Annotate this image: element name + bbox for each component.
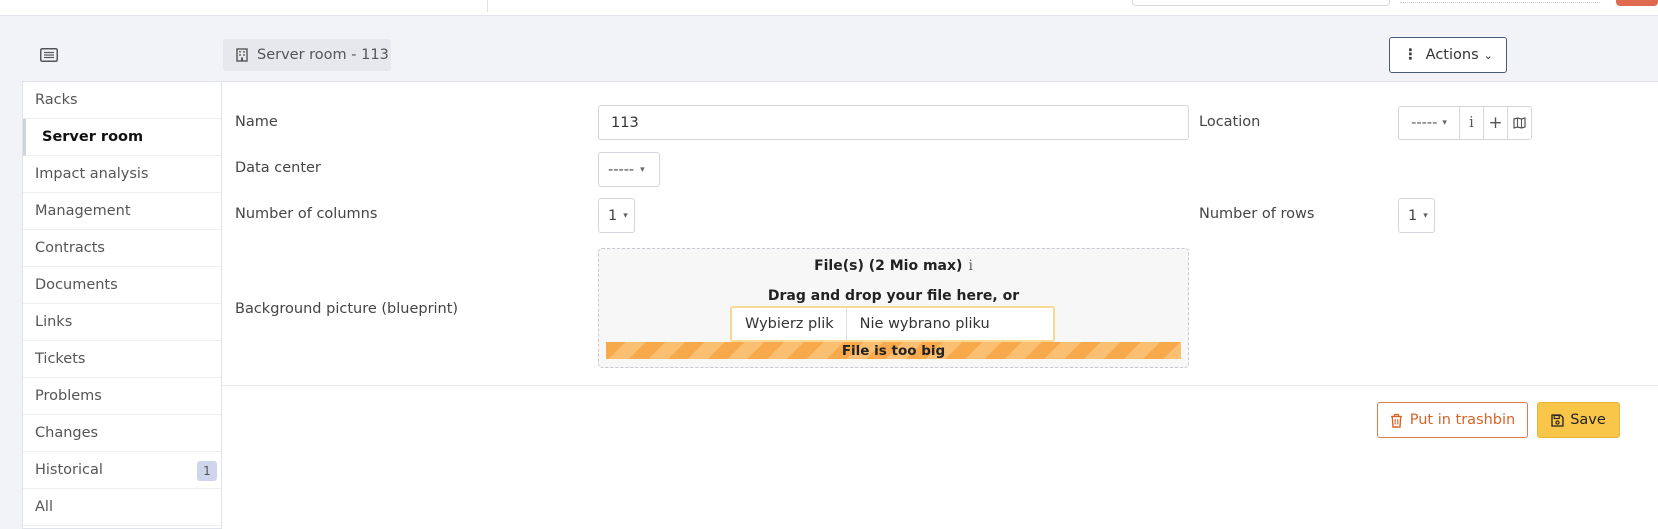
file-input[interactable]: Wybierz plik Nie wybrano pliku — [730, 306, 1055, 342]
location-field: ----- ▾ i + — [1398, 106, 1532, 140]
location-select[interactable]: ----- ▾ — [1399, 107, 1460, 139]
sidebar-item-all[interactable]: All — [23, 489, 221, 526]
upload-error-text: File is too big — [841, 342, 946, 359]
background-picture-label: Background picture (blueprint) — [235, 301, 459, 317]
sidebar-item-links[interactable]: Links — [23, 304, 221, 341]
sidebar: Racks Server room Impact analysis Manage… — [22, 81, 222, 529]
kebab-icon: ⋮ — [1403, 47, 1418, 63]
caret-down-icon: ▾ — [1442, 118, 1447, 128]
columns-label: Number of columns — [235, 206, 378, 222]
sidebar-item-documents[interactable]: Documents — [23, 267, 221, 304]
file-dropzone[interactable]: File(s) (2 Mio max) i Drag and drop your … — [598, 248, 1189, 368]
sidebar-item-contracts[interactable]: Contracts — [23, 230, 221, 267]
breadcrumb[interactable]: Server room - 113 — [223, 39, 391, 71]
user-menu[interactable] — [1400, 0, 1600, 3]
upload-error-bar: File is too big — [606, 342, 1181, 359]
info-icon[interactable]: i — [1460, 107, 1484, 139]
upload-title: File(s) (2 Mio max) i — [814, 258, 973, 274]
caret-down-icon: ▾ — [623, 210, 628, 221]
rows-select[interactable]: 1 ▾ — [1398, 198, 1435, 233]
global-search-input[interactable] — [1132, 0, 1390, 6]
save-icon — [1551, 413, 1564, 427]
sidebar-item-changes[interactable]: Changes — [23, 415, 221, 452]
rows-label: Number of rows — [1199, 206, 1315, 222]
sidebar-item-problems[interactable]: Problems — [23, 378, 221, 415]
location-label: Location — [1199, 114, 1261, 130]
sidebar-item-impact-analysis[interactable]: Impact analysis — [23, 156, 221, 193]
datacenter-select[interactable]: ----- ▾ — [598, 152, 660, 187]
name-label: Name — [235, 114, 278, 130]
datacenter-label: Data center — [235, 160, 321, 176]
trash-icon — [1390, 413, 1402, 428]
actions-label: Actions — [1425, 47, 1479, 63]
top-navbar — [0, 0, 1658, 16]
logout-button[interactable] — [1616, 0, 1658, 6]
caret-down-icon: ▾ — [640, 164, 645, 175]
no-file-text: Nie wybrano pliku — [859, 316, 990, 332]
actions-button[interactable]: ⋮ Actions ⌄ — [1389, 37, 1507, 73]
building-icon — [236, 48, 248, 62]
caret-down-icon: ▾ — [1423, 210, 1428, 221]
chevron-down-icon: ⌄ — [1483, 48, 1493, 62]
trash-button[interactable]: Put in trashbin — [1377, 402, 1528, 438]
map-icon[interactable] — [1508, 107, 1531, 139]
navbar-divider — [487, 0, 488, 12]
sidebar-item-tickets[interactable]: Tickets — [23, 341, 221, 378]
breadcrumb-label: Server room - 113 — [257, 47, 389, 63]
drag-drop-text: Drag and drop your file here, or — [767, 288, 1020, 304]
trash-label: Put in trashbin — [1409, 412, 1516, 428]
sidebar-item-racks[interactable]: Racks — [23, 82, 221, 119]
add-icon[interactable]: + — [1484, 107, 1508, 139]
choose-file-button[interactable]: Wybierz plik — [732, 308, 847, 340]
save-label: Save — [1570, 412, 1606, 428]
sidebar-item-server-room[interactable]: Server room — [23, 119, 221, 156]
form-divider — [222, 385, 1658, 386]
info-icon: i — [968, 258, 973, 274]
sidebar-item-management[interactable]: Management — [23, 193, 221, 230]
save-button[interactable]: Save — [1537, 402, 1620, 438]
list-toggle-icon[interactable] — [40, 48, 58, 62]
count-badge: 1 — [197, 461, 217, 481]
name-input[interactable]: 113 — [598, 105, 1189, 140]
sidebar-item-historical[interactable]: Historical 1 — [23, 452, 221, 489]
columns-select[interactable]: 1 ▾ — [598, 198, 635, 233]
